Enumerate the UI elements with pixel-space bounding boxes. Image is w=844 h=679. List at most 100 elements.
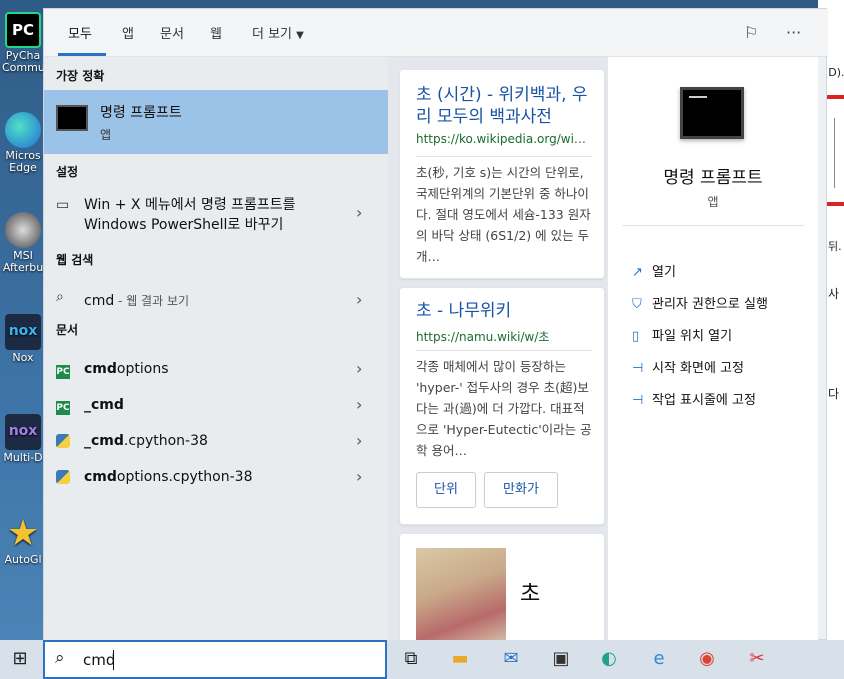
more-options-icon[interactable]: ··· xyxy=(786,23,801,42)
section-documents: 문서 xyxy=(56,323,79,337)
keyboard-icon: ▭ xyxy=(56,197,70,213)
document-item[interactable]: PC cmdoptions › xyxy=(44,352,388,386)
file-location-icon: ▯ xyxy=(632,329,640,344)
text-cursor xyxy=(113,650,114,670)
pin-icon: ⊣ xyxy=(632,393,644,408)
desktop-icon-msi[interactable]: MSI Afterbu xyxy=(2,212,44,274)
web-result-card[interactable]: 초 (시간) - 위키백과, 우리 모두의 백과사전 https://ko.wi… xyxy=(399,69,605,279)
windows-start-icon[interactable]: ⊞ xyxy=(7,646,33,672)
best-match-title: 명령 프롬프트 xyxy=(100,105,182,121)
web-result-card[interactable]: 초 - 나무위키 https://namu.wiki/w/초 각종 매체에서 많… xyxy=(399,287,605,525)
desktop-icon-autogl[interactable]: ★ AutoGl xyxy=(2,516,44,566)
web-result-title[interactable]: 초 (시간) - 위키백과, 우리 모두의 백과사전 xyxy=(416,84,596,128)
taskbar-search-box[interactable]: ⌕ cmd xyxy=(43,640,387,679)
doc-name-match: _cmd xyxy=(84,433,124,449)
chip-unit[interactable]: 단위 xyxy=(416,472,476,508)
best-match-item[interactable]: 명령 프롬프트 앱 xyxy=(44,90,388,154)
command-prompt-icon xyxy=(56,105,88,131)
map-thumbnail[interactable] xyxy=(416,548,506,648)
action-label: 시작 화면에 고정 xyxy=(652,361,744,376)
chevron-right-icon: › xyxy=(356,431,363,450)
tab-documents[interactable]: 문서 xyxy=(160,23,184,42)
internet-explorer-icon[interactable]: e xyxy=(646,646,672,672)
document-item[interactable]: PC _cmd › xyxy=(44,388,388,422)
web-query-text: cmd xyxy=(84,293,115,309)
document-item[interactable]: _cmd.cpython-38 › xyxy=(44,424,388,458)
prompt-cursor-line xyxy=(689,96,707,98)
tab-web[interactable]: 웹 xyxy=(210,23,222,42)
bg-red-bar xyxy=(826,202,844,206)
snipping-tool-icon[interactable]: ✂ xyxy=(744,646,770,672)
task-view-icon[interactable]: ⧉ xyxy=(398,646,424,672)
desktop-icon-label: Nox xyxy=(12,351,34,364)
divider xyxy=(622,225,804,226)
section-best-match: 가장 정확 xyxy=(56,69,105,83)
chevron-right-icon: › xyxy=(356,359,363,378)
tab-apps[interactable]: 앱 xyxy=(122,23,134,42)
store-icon[interactable]: ▣ xyxy=(548,646,574,672)
bg-text: 뒤. xyxy=(828,240,842,253)
desktop-icon-nox[interactable]: nox Nox xyxy=(2,314,44,364)
chevron-right-icon: › xyxy=(356,395,363,414)
edge-icon[interactable]: ◐ xyxy=(596,646,622,672)
best-match-subtitle: 앱 xyxy=(100,128,112,142)
desktop-icon-edge[interactable]: Micros Edge xyxy=(2,112,44,174)
doc-name-match: cmd xyxy=(84,469,117,485)
chip-cartoonist[interactable]: 만화가 xyxy=(484,472,558,508)
preview-subtitle: 앱 xyxy=(707,195,719,209)
section-web-search: 웹 검색 xyxy=(56,253,94,267)
action-run-as-admin[interactable]: ⛉ 관리자 권한으로 실행 xyxy=(632,293,768,312)
web-result-snippet: 초(秒, 기호 s)는 시간의 단위로, 국제단위계의 기본단위 중 하나이다.… xyxy=(416,165,591,264)
search-input-text: cmd xyxy=(83,651,116,669)
feedback-icon[interactable]: ⚐ xyxy=(744,23,758,42)
active-tab-indicator xyxy=(58,53,106,56)
desktop-icon-label: Micros Edge xyxy=(5,149,41,174)
settings-result-item[interactable]: ▭ Win + X 메뉴에서 명령 프롬프트를 Windows PowerShe… xyxy=(44,189,388,237)
nox-multi-icon: nox xyxy=(5,414,41,450)
action-open[interactable]: ↗ 열기 xyxy=(632,261,676,280)
desktop-icon-pycharm[interactable]: PC PyCha Commu xyxy=(2,12,45,74)
admin-shield-icon: ⛉ xyxy=(632,297,642,312)
file-explorer-icon[interactable]: ▬ xyxy=(447,646,473,672)
divider xyxy=(416,156,592,157)
desktop-icon-multidrive[interactable]: nox Multi-D xyxy=(2,414,44,464)
mail-icon[interactable]: ✉ xyxy=(498,646,524,672)
web-search-item[interactable]: ⌕ cmd - 웹 결과 보기 › xyxy=(44,283,388,317)
pin-icon: ⊣ xyxy=(632,361,644,376)
bg-text: 다 xyxy=(828,387,840,401)
desktop-icon-label: MSI Afterbu xyxy=(2,249,44,274)
doc-name-rest: options xyxy=(116,361,169,377)
bg-text: 사 xyxy=(828,287,840,301)
pycharm-icon: PC xyxy=(5,12,41,48)
open-icon: ↗ xyxy=(632,265,643,280)
action-label: 열기 xyxy=(652,265,676,280)
doc-name-rest: .cpython-38 xyxy=(123,433,208,449)
web-result-title[interactable]: 초 - 나무위키 xyxy=(416,300,511,322)
edge-icon xyxy=(5,112,41,148)
action-open-file-location[interactable]: ▯ 파일 위치 열기 xyxy=(632,325,732,344)
bg-text: (D). xyxy=(824,66,844,79)
tab-more[interactable]: 더 보기 ▼ xyxy=(252,23,304,42)
entity-title: 초 xyxy=(520,582,541,607)
taskbar: ⊞ ⌕ cmd ⧉ ▬ ✉ ▣ ◐ e ◉ ✂ xyxy=(0,640,844,679)
divider xyxy=(416,350,592,351)
web-result-card[interactable]: 초 xyxy=(399,533,605,648)
tab-all[interactable]: 모두 xyxy=(68,23,92,42)
nox-icon: nox xyxy=(5,314,41,350)
tab-more-label: 더 보기 xyxy=(252,27,293,42)
action-pin-to-taskbar[interactable]: ⊣ 작업 표시줄에 고정 xyxy=(632,389,756,408)
python-file-icon xyxy=(56,434,72,448)
msi-afterburner-icon xyxy=(5,212,41,248)
chrome-icon[interactable]: ◉ xyxy=(694,646,720,672)
action-pin-to-start[interactable]: ⊣ 시작 화면에 고정 xyxy=(632,357,744,376)
action-label: 파일 위치 열기 xyxy=(652,329,733,344)
bg-checkbox-column xyxy=(834,118,844,188)
results-list: 가장 정확 명령 프롬프트 앱 설정 ▭ Win + X 메뉴에서 명령 프롬프… xyxy=(44,57,388,641)
desktop-icon-label: PyCha Commu xyxy=(2,49,45,74)
chevron-right-icon: › xyxy=(356,467,363,486)
chevron-right-icon: › xyxy=(356,290,363,309)
web-result-url: https://ko.wikipedia.org/wi… xyxy=(416,132,586,146)
document-item[interactable]: cmdoptions.cpython-38 › xyxy=(44,460,388,494)
python-file-icon xyxy=(56,470,72,484)
action-label: 작업 표시줄에 고정 xyxy=(652,393,756,408)
